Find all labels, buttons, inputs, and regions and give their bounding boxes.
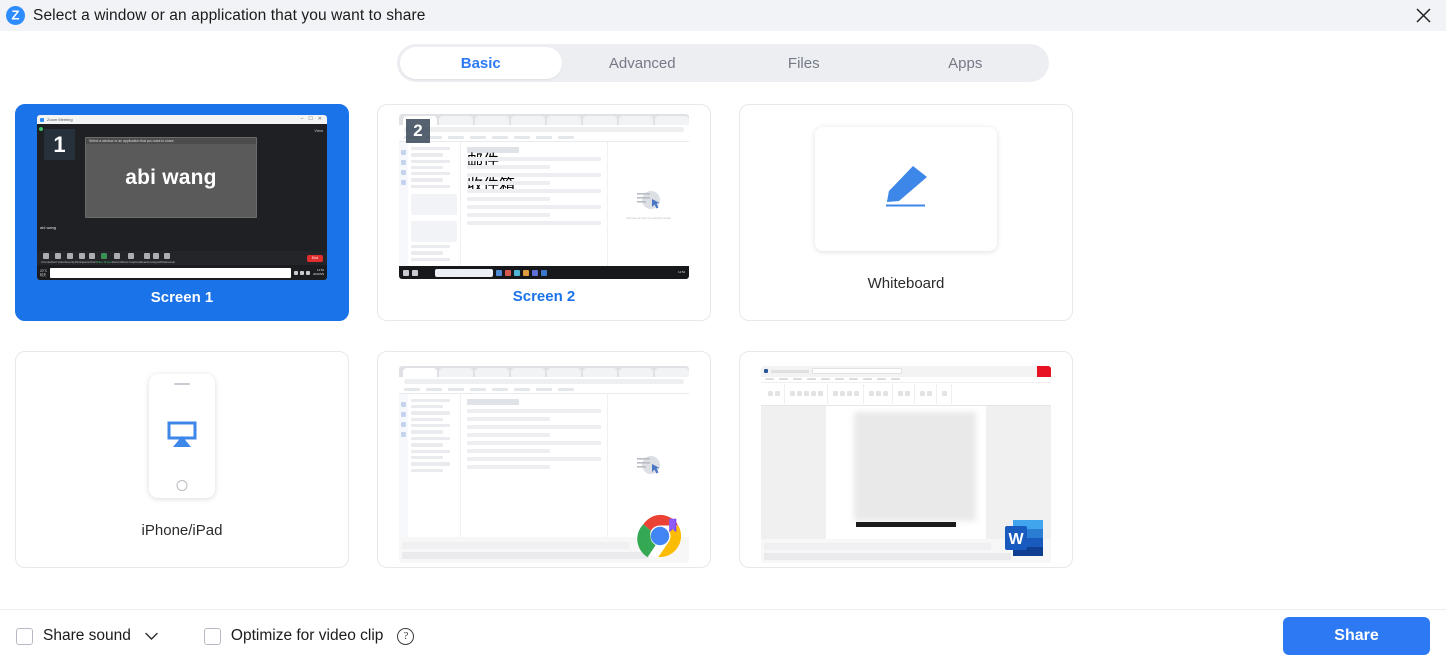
preview-mail-sidebar xyxy=(408,142,460,266)
preview-tool-security: Security xyxy=(65,252,75,264)
preview-recording-dot xyxy=(39,127,43,131)
pen-icon xyxy=(875,161,937,218)
preview-browser-urlbar xyxy=(399,125,689,134)
preview-taskbar-search xyxy=(50,267,292,278)
preview-mail-subject: 邮件 收件箱 xyxy=(467,147,519,194)
preview-tool-record: Record xyxy=(112,252,121,264)
preview-chrome-empty-icon xyxy=(635,454,663,476)
preview-end-button: End xyxy=(306,254,323,262)
preview-word-close-icon xyxy=(1037,365,1051,377)
tab-basic[interactable]: Basic xyxy=(400,47,562,79)
preview-view-label: View xyxy=(314,128,323,133)
phone-speaker-icon xyxy=(174,383,190,385)
preview-chrome-tabs xyxy=(399,365,689,377)
share-target-chrome-window[interactable] xyxy=(377,351,711,568)
preview-chrome-rail xyxy=(399,393,408,537)
preview-word-ribbon xyxy=(761,382,1051,406)
preview-tool-participants: Participants xyxy=(75,252,89,264)
preview-chrome-bookmarks xyxy=(399,385,689,394)
preview-mail-list: 邮件 收件箱 xyxy=(460,142,607,266)
share-target-whiteboard[interactable]: Whiteboard xyxy=(739,104,1073,321)
question-mark-icon[interactable]: ? xyxy=(397,627,415,645)
zoom-logo-letter: Z xyxy=(11,7,20,23)
preview-tool-whiteboards: Whiteboards xyxy=(159,252,175,264)
share-target-label-screen-2: Screen 2 xyxy=(512,288,576,305)
share-sound-label[interactable]: Share sound xyxy=(43,627,131,645)
chevron-down-icon[interactable] xyxy=(145,632,158,641)
tab-files-label: Files xyxy=(787,54,820,72)
share-target-label-screen-1: Screen 1 xyxy=(150,289,214,306)
preview-taskbar-weather: 20°C 晴天 xyxy=(40,268,48,277)
zoom-logo-icon: Z xyxy=(6,6,25,25)
preview-browser-bookmarks xyxy=(399,134,689,142)
preview-taskbar: 20°C 晴天 14:52 2023/5/9 xyxy=(37,265,327,280)
optimize-video-group: Optimize for video clip ? xyxy=(203,627,415,645)
preview-screen2-clock: 14:52 xyxy=(678,269,685,274)
preview-tool-unmute: Unmute xyxy=(41,252,51,264)
tab-apps[interactable]: Apps xyxy=(885,47,1047,79)
preview-participant-name: abi wang xyxy=(125,165,217,189)
word-window-preview: W xyxy=(761,365,1051,563)
screen-1-preview: Zoom Meeting – ☐ ✕ 1 View Select a window … xyxy=(37,115,327,280)
preview-tool-start-video: Start Video xyxy=(51,252,65,264)
share-target-screen-1[interactable]: Zoom Meeting – ☐ ✕ 1 View Select a window … xyxy=(15,104,349,321)
tab-bar-container: Basic Advanced Files Apps xyxy=(0,31,1446,82)
close-icon[interactable] xyxy=(1400,0,1446,31)
tab-advanced-label: Advanced xyxy=(608,54,676,72)
tab-bar: Basic Advanced Files Apps xyxy=(397,44,1049,82)
tab-files[interactable]: Files xyxy=(723,47,885,79)
share-sound-group: Share sound xyxy=(16,627,158,645)
tab-basic-label: Basic xyxy=(460,54,501,72)
share-target-iphone-ipad[interactable]: iPhone/iPad xyxy=(15,351,349,568)
preview-empty-state-text: Choose an item to read the detail xyxy=(626,215,671,220)
chrome-window-preview xyxy=(399,365,689,563)
word-icon: W xyxy=(1003,517,1045,559)
whiteboard-tile xyxy=(815,127,997,251)
screen-2-preview: 邮件 收件箱 Choose an item to read the detail… xyxy=(399,114,689,279)
share-button[interactable]: Share xyxy=(1283,617,1430,655)
preview-chrome-urlbar xyxy=(399,376,689,386)
preview-zoom-title: Zoom Meeting xyxy=(47,117,73,122)
phone-home-button-icon xyxy=(176,480,188,491)
preview-screen2-taskbar: 14:52 xyxy=(399,266,689,279)
share-target-label-whiteboard: Whiteboard xyxy=(867,275,945,292)
tab-apps-label: Apps xyxy=(948,54,983,72)
screen-2-badge: 2 xyxy=(406,119,430,143)
share-target-word-window[interactable]: W xyxy=(739,351,1073,568)
preview-browser-tabs xyxy=(399,114,689,125)
preview-tool-reactions: Reactions xyxy=(140,252,153,264)
chrome-icon xyxy=(637,513,683,559)
preview-chrome-list xyxy=(460,393,607,537)
preview-name-chip: abi wang xyxy=(40,225,57,230)
preview-mail-reading-pane: Choose an item to read the detail xyxy=(607,142,689,266)
preview-mail-rail xyxy=(399,142,408,266)
svg-text:W: W xyxy=(1008,531,1024,548)
share-target-screen-2[interactable]: 邮件 收件箱 Choose an item to read the detail… xyxy=(377,104,711,321)
preview-taskbar-tray xyxy=(294,270,311,275)
preview-zoom-icon xyxy=(40,117,44,122)
window-titlebar: Z Select a window or an application that… xyxy=(0,0,1446,31)
iphone-tile xyxy=(149,374,215,498)
share-target-label-iphone-ipad: iPhone/iPad xyxy=(141,522,223,539)
preview-inner-dialog: Select a window or an application that y… xyxy=(85,137,257,218)
window-title: Select a window or an application that y… xyxy=(33,6,426,24)
footer-bar: Share sound Optimize for video clip ? Sh… xyxy=(0,609,1446,662)
share-sound-checkbox[interactable] xyxy=(16,627,33,645)
preview-tool-show-captions: Show Captions xyxy=(121,252,140,264)
optimize-video-label[interactable]: Optimize for video clip xyxy=(231,627,383,645)
tab-advanced[interactable]: Advanced xyxy=(562,47,724,79)
preview-chrome-sidebar xyxy=(408,393,460,537)
preview-taskbar-clock: 14:52 2023/5/9 xyxy=(313,268,324,276)
preview-zoom-toolbar: Unmute Start Video Security Participants… xyxy=(37,251,327,265)
preview-tool-share-screen: Share Screen xyxy=(95,252,112,264)
preview-inner-dialog-title: Select a window or an application that y… xyxy=(86,138,256,144)
airplay-icon xyxy=(166,420,198,453)
preview-empty-state-icon xyxy=(635,189,663,211)
preview-word-titlebar xyxy=(761,365,1051,377)
share-target-grid: Zoom Meeting – ☐ ✕ 1 View Select a window … xyxy=(0,82,1446,568)
screen-1-badge: 1 xyxy=(44,129,75,160)
preview-zoom-titlebar: Zoom Meeting – ☐ ✕ xyxy=(37,115,327,124)
preview-window-controls: – ☐ ✕ xyxy=(300,116,322,122)
optimize-video-checkbox[interactable] xyxy=(203,627,221,645)
